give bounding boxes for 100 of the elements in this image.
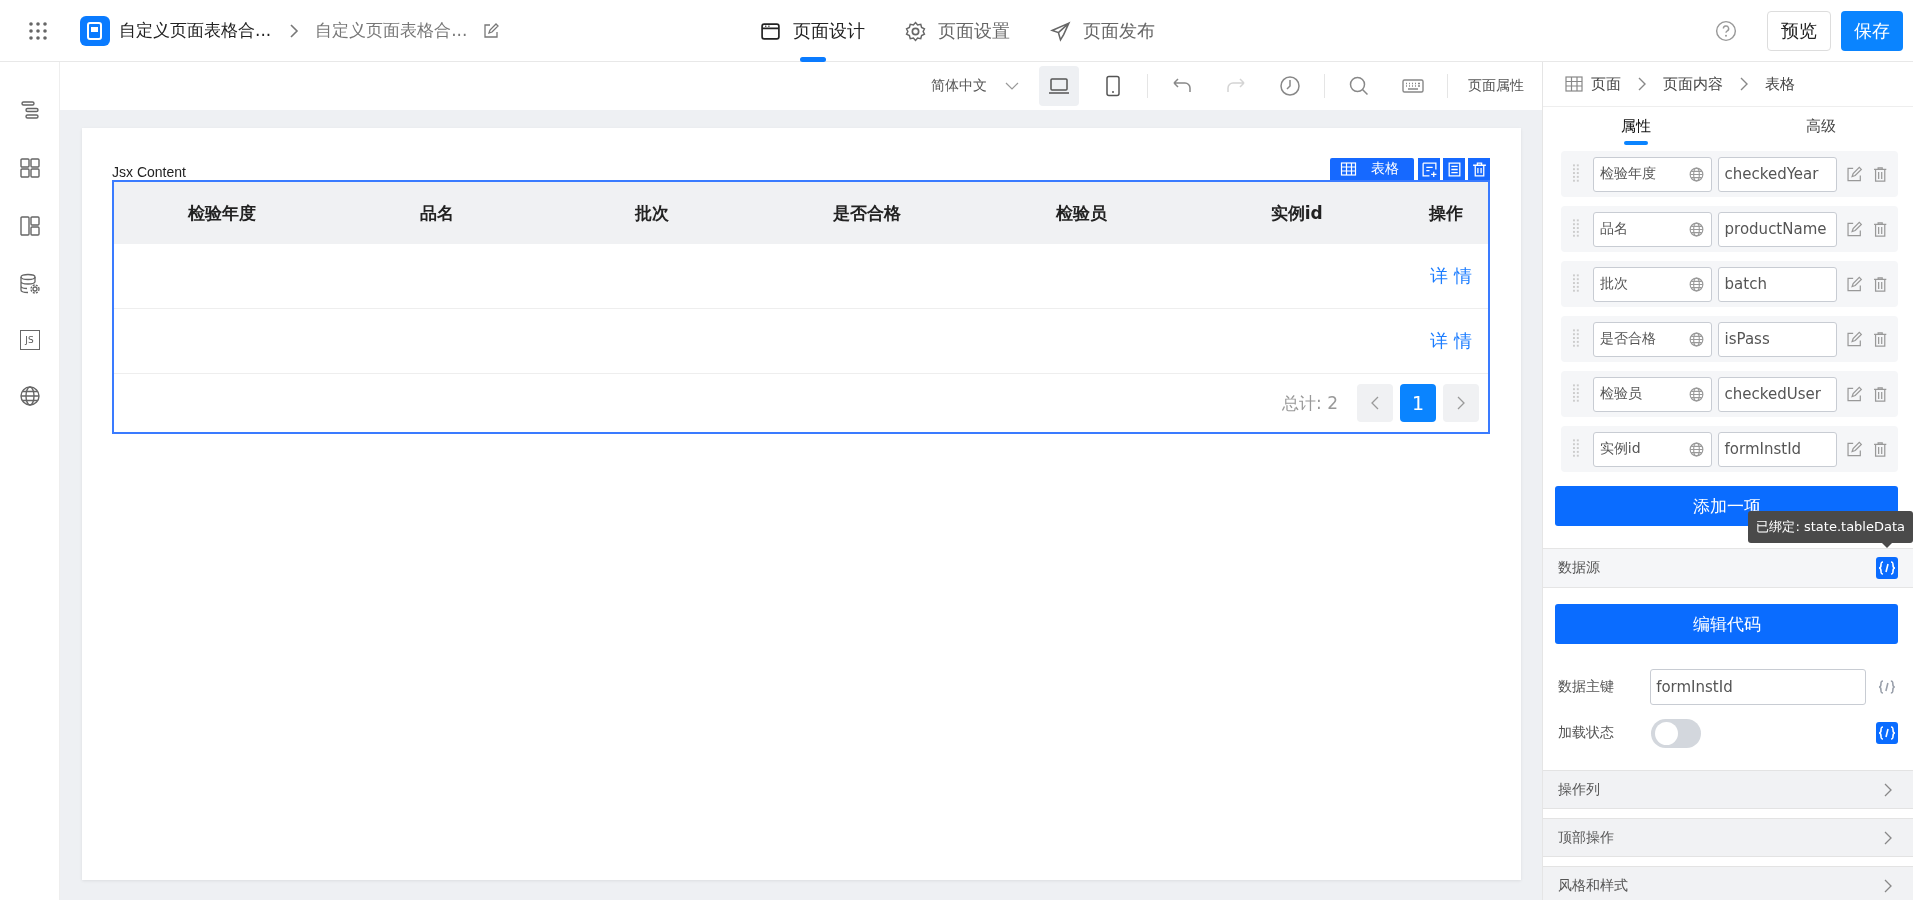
primary-key-label: 数据主键: [1558, 678, 1615, 696]
column-title-field[interactable]: 检验年度: [1592, 156, 1712, 192]
column-header: 批次: [633, 201, 670, 225]
column-header: 是否合格: [831, 201, 902, 225]
app-logo-icon: [80, 15, 110, 46]
caret-icon: [1005, 82, 1019, 90]
trash-icon[interactable]: [1871, 275, 1888, 293]
bind-variable-icon[interactable]: [1876, 557, 1898, 579]
collapsible-section[interactable]: 操作列: [1543, 770, 1913, 809]
drag-handle-icon[interactable]: [1573, 384, 1579, 404]
column-title-field[interactable]: 批次: [1592, 266, 1712, 302]
page-button[interactable]: 1: [1400, 384, 1436, 422]
table-icon: [1340, 162, 1357, 176]
trash-icon[interactable]: [1468, 158, 1490, 180]
chevron-left-icon: [1370, 395, 1380, 411]
breadcrumb-item[interactable]: 页面内容: [1663, 74, 1723, 94]
drag-handle-icon[interactable]: [1573, 274, 1579, 294]
page-properties-button[interactable]: 页面属性: [1468, 77, 1524, 95]
drag-handle-icon[interactable]: [1573, 329, 1579, 349]
column-field-input[interactable]: formInstId: [1717, 431, 1838, 467]
edit-icon[interactable]: [483, 22, 500, 39]
edit-icon[interactable]: [1846, 385, 1863, 403]
edit-icon[interactable]: [1846, 330, 1863, 348]
column-header: 检验员: [1055, 201, 1109, 225]
column-header: 操作: [1427, 201, 1465, 225]
column-field-input[interactable]: batch: [1717, 266, 1838, 302]
component-tag[interactable]: 表格: [1330, 158, 1414, 180]
chevron-right-icon: [1739, 76, 1749, 92]
drag-handle-icon[interactable]: [1573, 219, 1579, 239]
paper-plane-icon: [1050, 20, 1071, 42]
trash-icon[interactable]: [1871, 165, 1888, 183]
globe-icon[interactable]: [1687, 165, 1705, 183]
edit-icon[interactable]: [1846, 275, 1863, 293]
panel-tab[interactable]: 高级: [1728, 107, 1913, 145]
app-title[interactable]: 自定义页面表格合...: [119, 19, 272, 42]
trash-icon[interactable]: [1871, 385, 1888, 403]
prev-page-button[interactable]: [1357, 384, 1393, 422]
loading-toggle[interactable]: [1651, 718, 1701, 748]
page-title[interactable]: 自定义页面表格合...: [315, 19, 468, 42]
drag-handle-icon[interactable]: [1573, 439, 1579, 459]
apps-menu-icon[interactable]: [28, 20, 48, 41]
panel-tab[interactable]: 属性: [1543, 107, 1728, 145]
breadcrumb-item[interactable]: 页面: [1591, 74, 1621, 94]
column-field-input[interactable]: isPass: [1717, 321, 1838, 357]
settings-icon: [905, 20, 926, 42]
bind-variable-icon[interactable]: [1876, 722, 1898, 744]
globe-icon[interactable]: [1687, 385, 1705, 403]
column-field-input[interactable]: checkedUser: [1717, 376, 1838, 412]
help-icon[interactable]: [1715, 19, 1737, 42]
total-count: 总计: 2: [1282, 391, 1338, 415]
clock-icon: [1278, 74, 1302, 98]
table-icon: [1565, 76, 1583, 92]
column-header: 品名: [418, 201, 455, 225]
globe-icon[interactable]: [1687, 220, 1705, 238]
nav-tab[interactable]: 页面发布: [1050, 0, 1155, 62]
preview-button[interactable]: 预览: [1767, 10, 1831, 51]
primary-key-input[interactable]: formInstId: [1650, 669, 1867, 705]
nav-tab[interactable]: 页面设计: [760, 0, 865, 62]
nav-tab[interactable]: 页面设置: [905, 0, 1010, 62]
copy-icon[interactable]: [1443, 158, 1465, 180]
globe-icon[interactable]: [17, 384, 42, 408]
table-selection[interactable]: 检验年度 品名 批次 是否合格 检验员 实例id 操作 详 情 详 情 总计: 2 1: [112, 180, 1490, 434]
column-field-input[interactable]: productName: [1717, 211, 1838, 247]
globe-icon[interactable]: [1687, 440, 1705, 458]
save-button[interactable]: 保存: [1841, 10, 1903, 51]
desktop-view-button[interactable]: [1039, 66, 1079, 106]
drag-handle-icon[interactable]: [1573, 164, 1579, 184]
globe-icon[interactable]: [1687, 330, 1705, 348]
collapsible-section[interactable]: 风格和样式: [1543, 866, 1913, 900]
globe-icon[interactable]: [1687, 275, 1705, 293]
chevron-right-icon: [289, 22, 300, 39]
database-gear-icon[interactable]: [17, 272, 42, 296]
language-select[interactable]: 简体中文: [931, 77, 1019, 95]
collapsible-section[interactable]: 顶部操作: [1543, 818, 1913, 857]
detail-link[interactable]: 详 情: [1430, 329, 1472, 353]
column-title-field[interactable]: 品名: [1592, 211, 1712, 247]
js-icon[interactable]: JS: [19, 330, 40, 350]
column-title-field[interactable]: 实例id: [1592, 431, 1712, 467]
edit-code-button[interactable]: 编辑代码: [1555, 604, 1898, 644]
column-title-field[interactable]: 是否合格: [1592, 321, 1712, 357]
layout-icon[interactable]: [17, 214, 42, 238]
column-field-input[interactable]: checkedYear: [1717, 156, 1838, 192]
column-header: 检验年度: [186, 201, 257, 225]
trash-icon[interactable]: [1871, 220, 1888, 238]
column-title-field[interactable]: 检验员: [1592, 376, 1712, 412]
next-page-button[interactable]: [1443, 384, 1479, 422]
edit-icon[interactable]: [1846, 440, 1863, 458]
insert-icon[interactable]: [1418, 158, 1440, 180]
block-label: Jsx Content: [112, 164, 186, 180]
breadcrumb-item[interactable]: 表格: [1765, 74, 1795, 94]
detail-link[interactable]: 详 情: [1430, 264, 1472, 288]
trash-icon[interactable]: [1871, 440, 1888, 458]
tooltip: 已绑定: state.tableData: [1748, 511, 1913, 548]
trash-icon[interactable]: [1871, 330, 1888, 348]
edit-icon[interactable]: [1846, 165, 1863, 183]
grid-icon[interactable]: [17, 156, 42, 180]
search-icon[interactable]: [1347, 74, 1371, 98]
loading-state-label: 加载状态: [1558, 724, 1615, 742]
edit-icon[interactable]: [1846, 220, 1863, 238]
browser-window-icon: [760, 20, 781, 42]
